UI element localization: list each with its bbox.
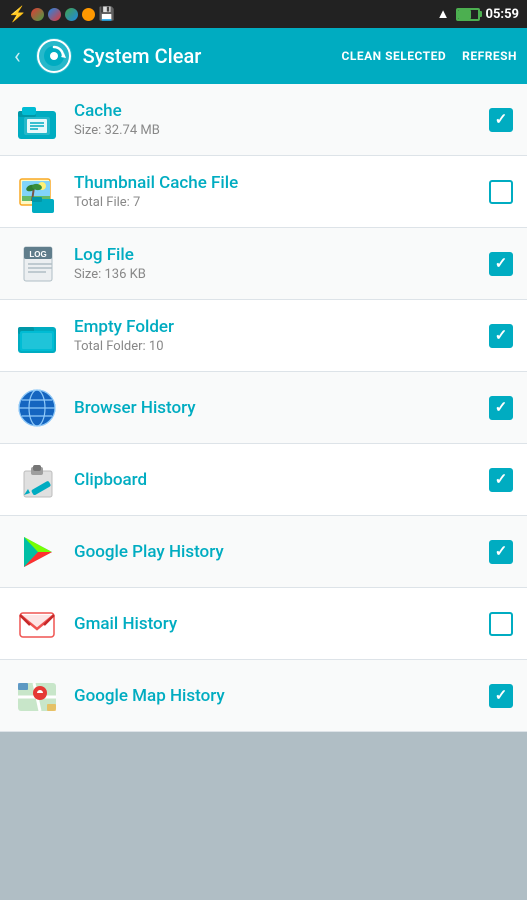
back-button[interactable]: ‹ bbox=[10, 40, 25, 73]
gmail-history-icon bbox=[14, 601, 60, 647]
refresh-button[interactable]: REFRESH bbox=[462, 49, 517, 63]
empty-folder-subtitle: Total Folder: 10 bbox=[74, 339, 475, 354]
status-bar-left: ⚡ 💾 bbox=[8, 5, 115, 23]
empty-folder-title: Empty Folder bbox=[74, 317, 475, 337]
clipboard-icon bbox=[14, 457, 60, 503]
cache-checkbox[interactable] bbox=[489, 108, 513, 132]
status-bar-right: ▲ 05:59 bbox=[437, 6, 519, 22]
thumbnail-cache-title: Thumbnail Cache File bbox=[74, 173, 475, 193]
items-list: Cache Size: 32.74 MB Thumbnail Cache File… bbox=[0, 84, 527, 732]
list-item-google-map-history[interactable]: Google Map History bbox=[0, 660, 527, 732]
list-item-gmail-history[interactable]: Gmail History bbox=[0, 588, 527, 660]
circle-icon-3 bbox=[65, 8, 78, 21]
google-map-history-checkbox[interactable] bbox=[489, 684, 513, 708]
list-item-cache[interactable]: Cache Size: 32.74 MB bbox=[0, 84, 527, 156]
gmail-history-title: Gmail History bbox=[74, 614, 475, 634]
app-bar-title: System Clear bbox=[83, 44, 332, 68]
clipboard-title: Clipboard bbox=[74, 470, 475, 490]
wifi-icon: ▲ bbox=[437, 6, 450, 22]
browser-history-title: Browser History bbox=[74, 398, 475, 418]
cache-title: Cache bbox=[74, 101, 475, 121]
app-logo bbox=[35, 37, 73, 75]
browser-history-icon bbox=[14, 385, 60, 431]
cache-icon bbox=[14, 97, 60, 143]
circle-icon-4 bbox=[82, 8, 95, 21]
sd-card-icon: 💾 bbox=[99, 7, 115, 22]
app-bar: ‹ System Clear CLEAN SELECTED REFRESH bbox=[0, 28, 527, 84]
svg-text:LOG: LOG bbox=[29, 250, 46, 259]
list-item-empty-folder[interactable]: Empty Folder Total Folder: 10 bbox=[0, 300, 527, 372]
list-item-clipboard[interactable]: Clipboard bbox=[0, 444, 527, 516]
google-play-history-icon bbox=[14, 529, 60, 575]
app-bar-actions: CLEAN SELECTED REFRESH bbox=[342, 49, 517, 63]
thumbnail-cache-checkbox[interactable] bbox=[489, 180, 513, 204]
cache-subtitle: Size: 32.74 MB bbox=[74, 123, 475, 138]
google-map-history-title: Google Map History bbox=[74, 686, 475, 706]
empty-folder-checkbox[interactable] bbox=[489, 324, 513, 348]
log-file-icon: LOG bbox=[14, 241, 60, 287]
battery-icon bbox=[456, 8, 480, 21]
clean-selected-button[interactable]: CLEAN SELECTED bbox=[342, 49, 447, 63]
time-display: 05:59 bbox=[486, 7, 520, 22]
thumbnail-cache-subtitle: Total File: 7 bbox=[74, 195, 475, 210]
log-file-checkbox[interactable] bbox=[489, 252, 513, 276]
list-item-google-play-history[interactable]: Google Play History bbox=[0, 516, 527, 588]
google-play-history-title: Google Play History bbox=[74, 542, 475, 562]
google-map-history-icon bbox=[14, 673, 60, 719]
google-play-history-checkbox[interactable] bbox=[489, 540, 513, 564]
status-bar: ⚡ 💾 ▲ 05:59 bbox=[0, 0, 527, 28]
log-file-title: Log File bbox=[74, 245, 475, 265]
browser-history-checkbox[interactable] bbox=[489, 396, 513, 420]
empty-folder-icon bbox=[14, 313, 60, 359]
circle-icon-1 bbox=[31, 8, 44, 21]
list-item-browser-history[interactable]: Browser History bbox=[0, 372, 527, 444]
usb-icon: ⚡ bbox=[8, 5, 27, 23]
gmail-history-checkbox[interactable] bbox=[489, 612, 513, 636]
circle-icon-2 bbox=[48, 8, 61, 21]
list-item-log-file[interactable]: LOG Log File Size: 136 KB bbox=[0, 228, 527, 300]
clipboard-checkbox[interactable] bbox=[489, 468, 513, 492]
list-item-thumbnail-cache[interactable]: Thumbnail Cache File Total File: 7 bbox=[0, 156, 527, 228]
thumbnail-cache-icon bbox=[14, 169, 60, 215]
log-file-subtitle: Size: 136 KB bbox=[74, 267, 475, 282]
